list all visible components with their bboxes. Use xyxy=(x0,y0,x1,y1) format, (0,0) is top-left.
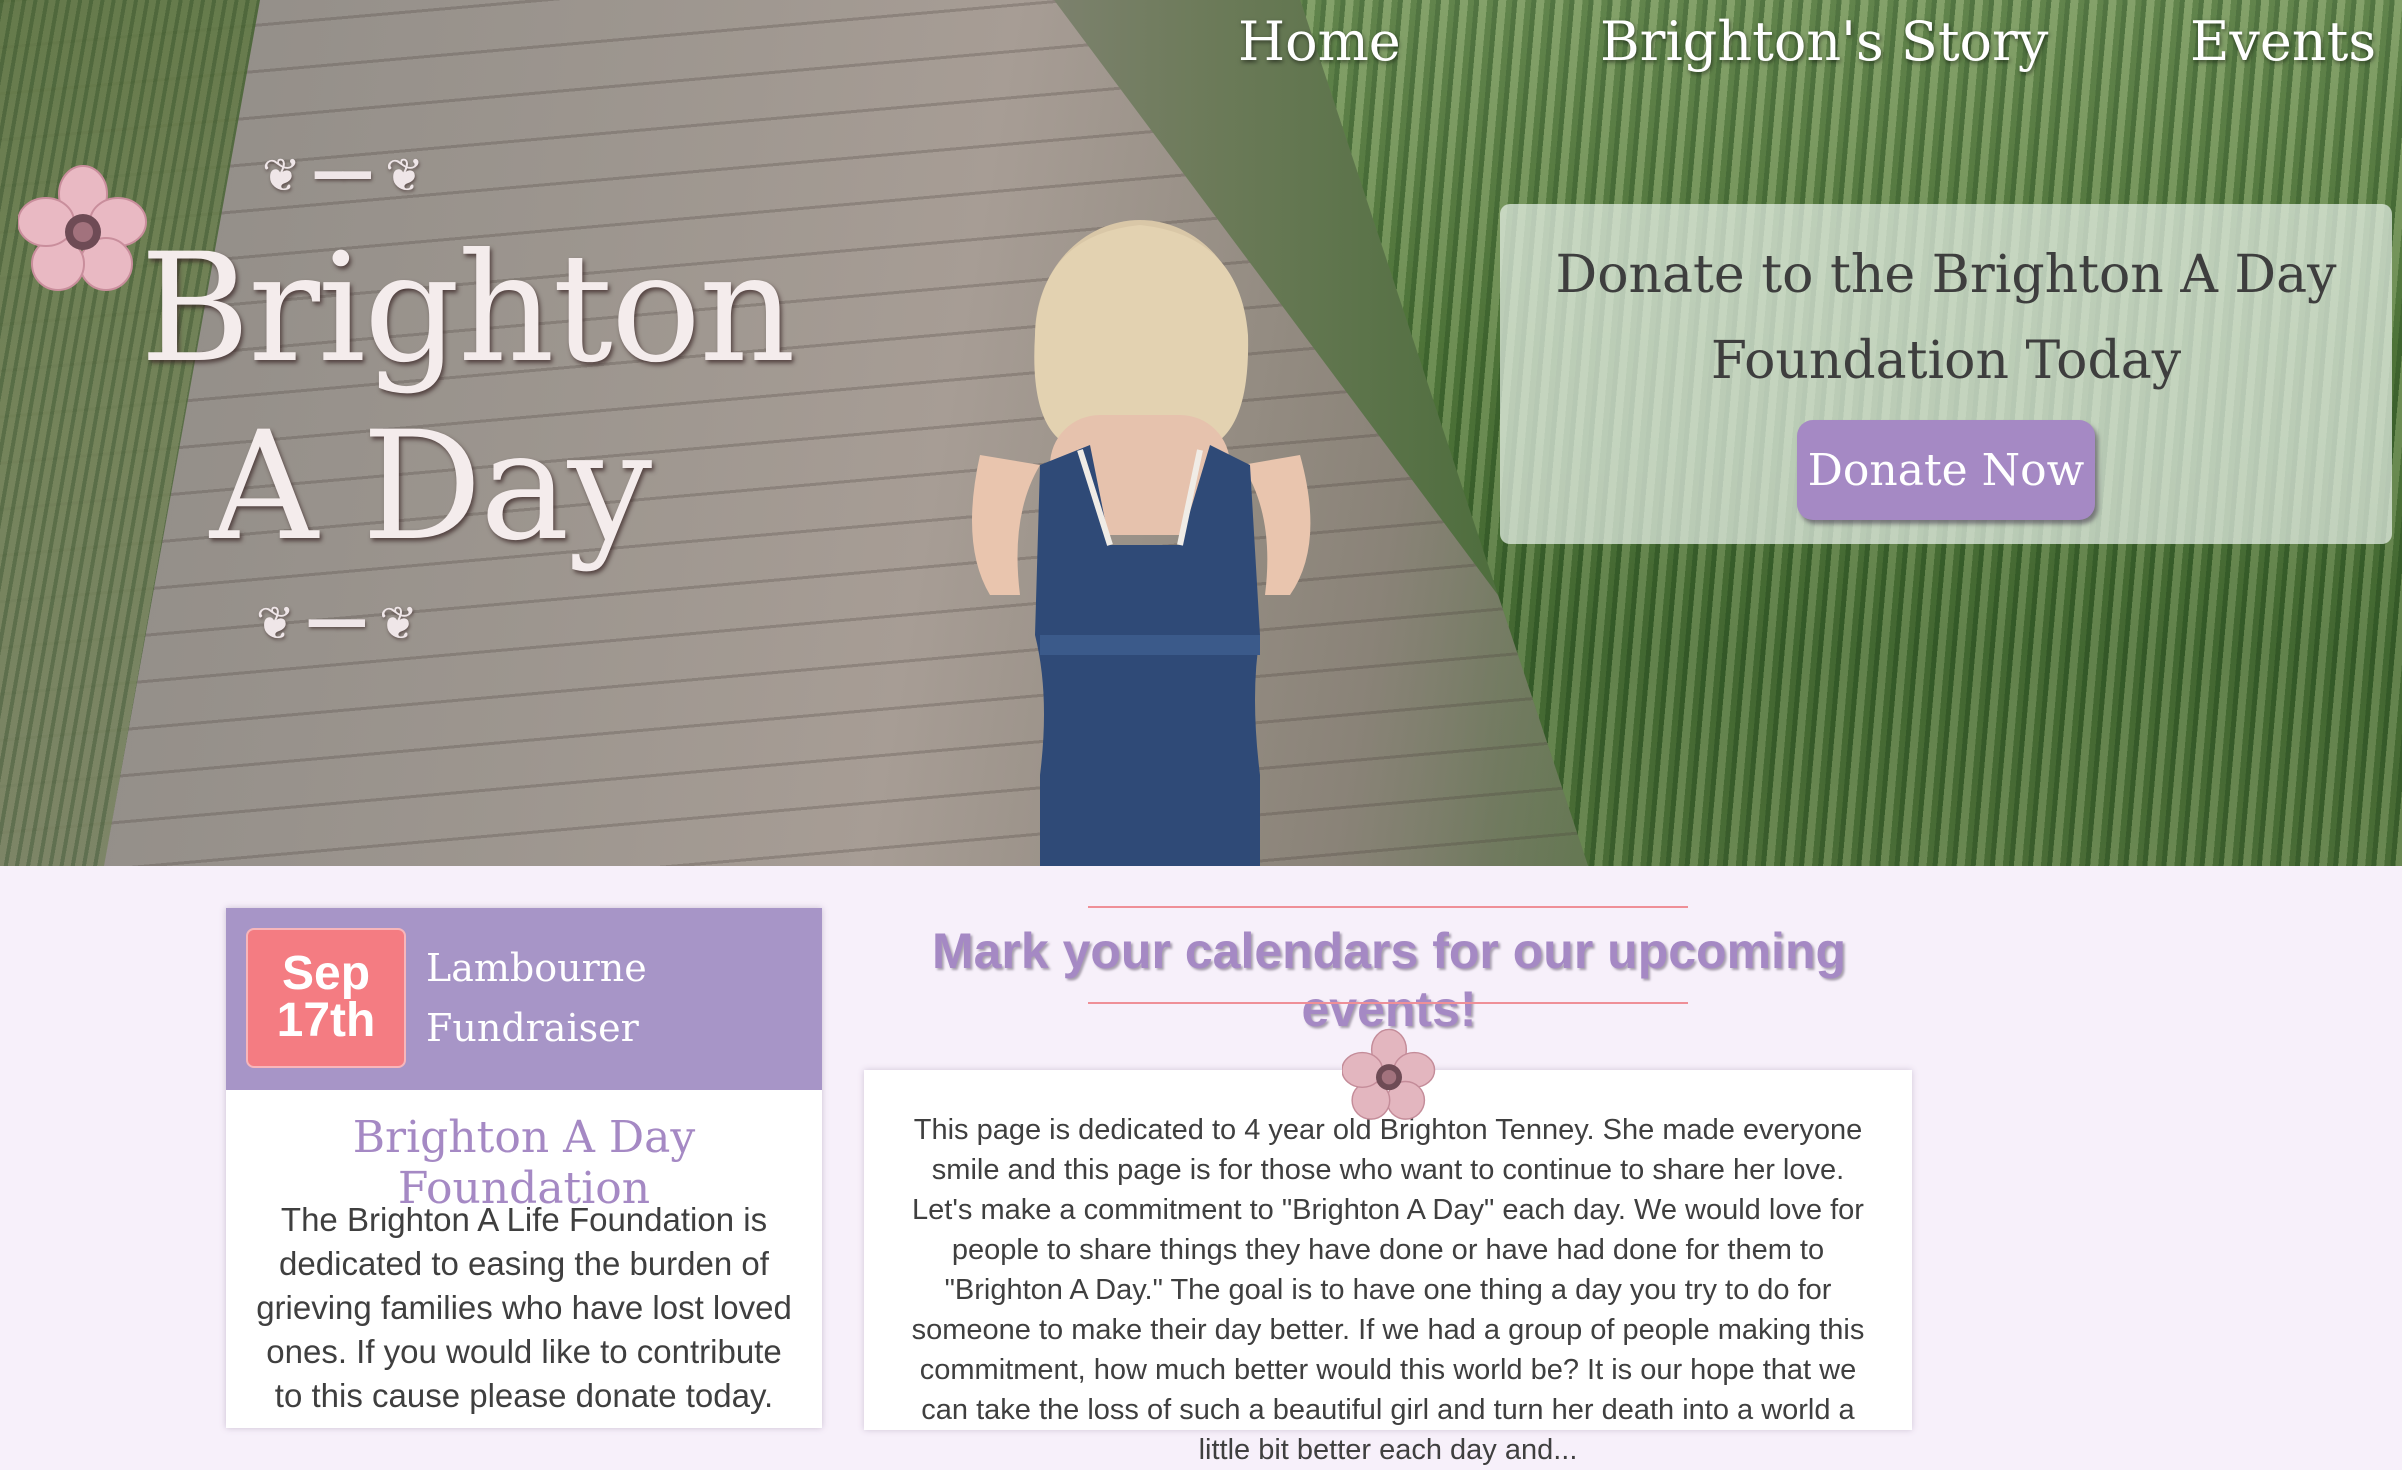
flower-icon xyxy=(18,165,147,291)
event-name-line2: Fundraiser xyxy=(426,1006,639,1050)
flourish-top: ❦ ━━ ❦ xyxy=(262,148,424,202)
event-card: Sep 17th Lambourne Fundraiser Brighton A… xyxy=(226,908,822,1428)
donate-now-button[interactable]: Donate Now xyxy=(1797,420,2095,520)
site-title-line1: Brighton xyxy=(140,222,796,396)
event-name-line1: Lambourne xyxy=(426,946,647,990)
event-description: The Brighton A Life Foundation is dedica… xyxy=(256,1201,792,1414)
event-name[interactable]: Lambourne Fundraiser xyxy=(426,938,806,1058)
event-date-badge: Sep 17th xyxy=(246,928,406,1068)
donate-heading-line2: Foundation Today xyxy=(1710,331,2182,391)
nav-brightons-story[interactable]: Brighton's Story xyxy=(1600,10,2048,73)
nav-events[interactable]: Events xyxy=(2190,10,2376,73)
flourish-bottom: ❦ ━━ ❦ xyxy=(256,596,418,650)
site-title: Brighton A Day xyxy=(140,220,796,576)
donate-heading-line1: Donate to the Brighton A Day xyxy=(1555,245,2337,305)
story-text: This page is dedicated to 4 year old Bri… xyxy=(911,1114,1865,1466)
event-card-header: Sep 17th Lambourne Fundraiser xyxy=(226,908,822,1090)
site-title-line2: A Day xyxy=(209,400,652,574)
heading-divider-top xyxy=(1088,906,1688,908)
events-heading: Mark your calendars for our upcoming eve… xyxy=(931,923,1847,1037)
heading-divider-bottom xyxy=(1088,1002,1688,1004)
hero-banner: ❦ ━━ ❦ Brighton A Day ❦ ━━ ❦ Home Bright… xyxy=(0,0,2402,866)
event-month: Sep xyxy=(281,947,371,1000)
donate-panel: Donate to the Brighton A Day Foundation … xyxy=(1500,204,2392,544)
donate-heading: Donate to the Brighton A Day Foundation … xyxy=(1500,232,2392,404)
nav-home[interactable]: Home xyxy=(1238,10,1401,73)
event-day: 17th xyxy=(276,994,376,1047)
flower-icon xyxy=(1342,1028,1436,1120)
child-photo xyxy=(972,220,1311,866)
story-card: This page is dedicated to 4 year old Bri… xyxy=(864,1070,1912,1466)
